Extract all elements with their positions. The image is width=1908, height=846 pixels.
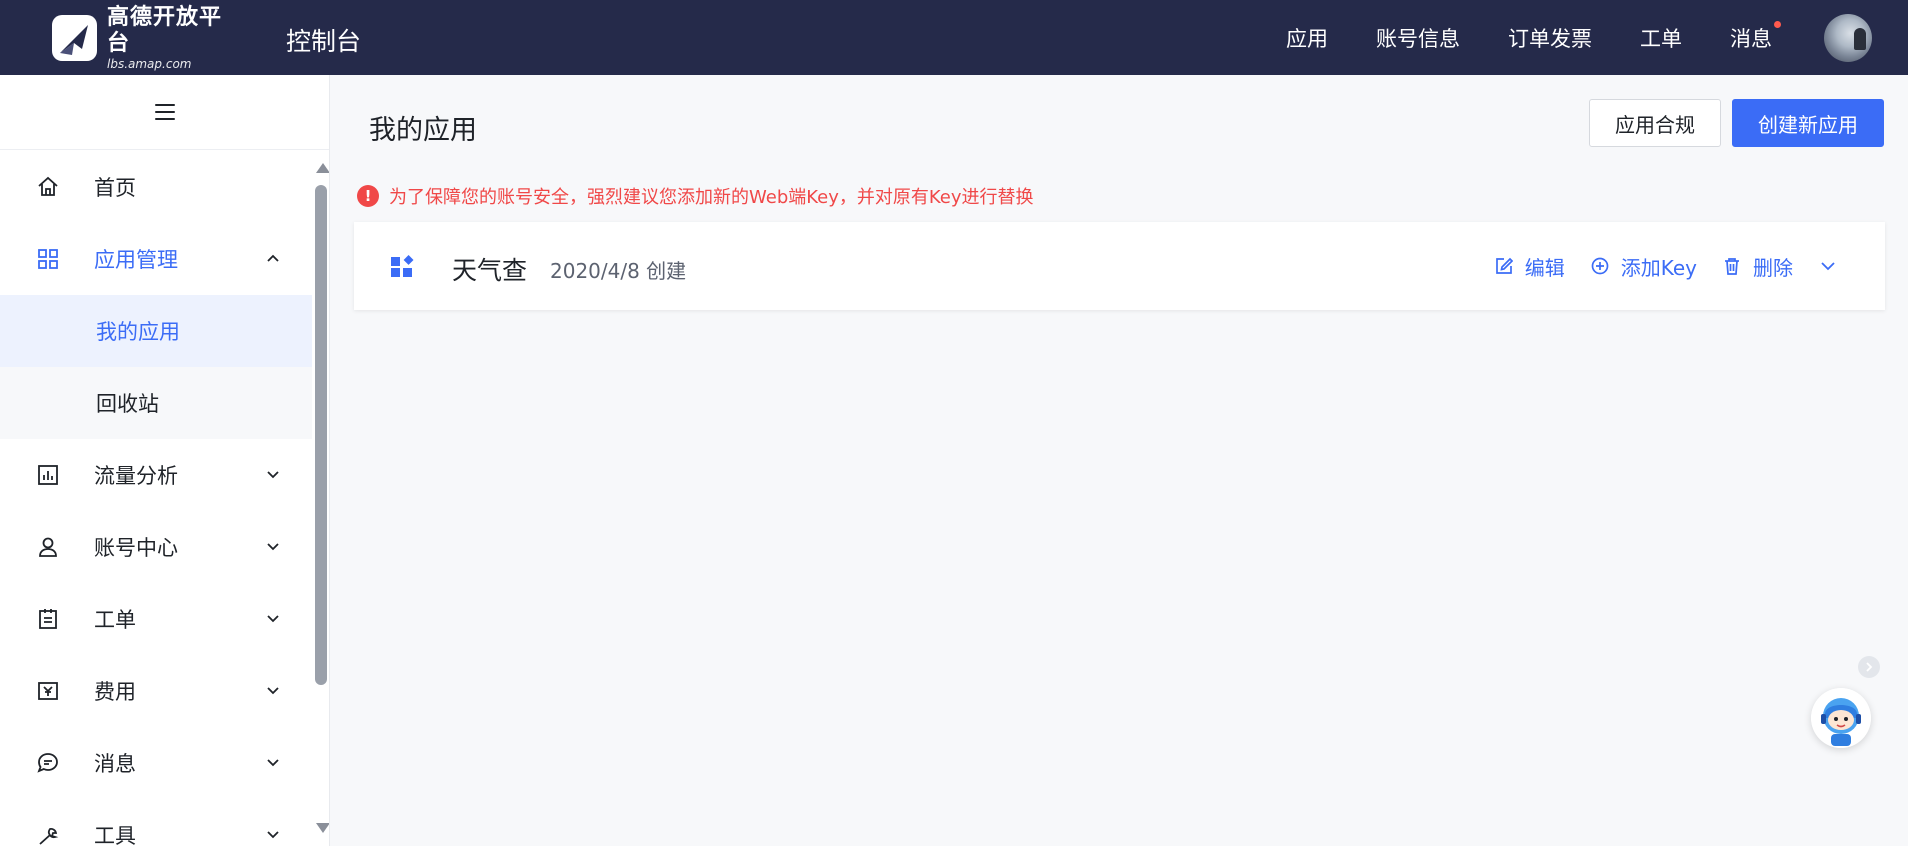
warning-icon: ! (357, 185, 379, 207)
sidebar-item-messages[interactable]: 消息 (0, 727, 312, 799)
user-avatar[interactable] (1824, 13, 1872, 62)
app-created-date: 2020/4/8 创建 (550, 259, 687, 283)
sidebar-item-my-apps[interactable]: 我的应用 (0, 295, 312, 367)
message-icon (37, 753, 58, 773)
logo-title: 高德开放平台 (107, 5, 223, 56)
sidebar-item-label: 应用管理 (94, 248, 178, 272)
scroll-up-arrow-icon[interactable] (316, 163, 329, 173)
edit-icon (1495, 257, 1513, 274)
delete-button[interactable]: 删除 (1723, 252, 1793, 281)
scroll-thumb[interactable] (315, 185, 327, 685)
wrench-icon (39, 828, 59, 845)
sidebar-item-label: 工具 (94, 824, 136, 846)
scroll-down-arrow-icon[interactable] (316, 823, 329, 833)
add-key-label: 添加Key (1620, 255, 1697, 280)
trash-icon (1725, 258, 1739, 275)
nav-messages-label: 消息 (1730, 26, 1772, 51)
plus-circle-icon (1591, 257, 1609, 275)
sidebar-item-traffic-analysis[interactable]: 流量分析 (0, 439, 312, 511)
sidebar-item-label: 工单 (94, 608, 136, 632)
chevron-down-icon[interactable] (266, 467, 280, 481)
console-title: 控制台 (286, 27, 362, 56)
warning-text: 为了保障您的账号安全，强烈建议您添加新的Web端Key，并对原有Key进行替换 (389, 187, 1034, 208)
sidebar-item-label: 首页 (94, 176, 136, 200)
chevron-down-icon[interactable] (266, 755, 280, 769)
app-widget-icon (391, 255, 414, 277)
sidebar-item-tickets[interactable]: 工单 (0, 583, 312, 655)
nav-apps[interactable]: 应用 (1286, 23, 1328, 53)
chevron-down-icon[interactable] (1819, 257, 1837, 275)
delete-label: 删除 (1753, 255, 1793, 280)
nav-orders-invoices[interactable]: 订单发票 (1508, 23, 1592, 53)
app-compliance-button[interactable]: 应用合规 (1589, 99, 1721, 147)
sidebar-item-label: 账号中心 (94, 536, 178, 560)
sidebar-item-app-management[interactable]: 应用管理 (0, 223, 312, 295)
sidebar-toggle-bar (0, 75, 329, 150)
amap-logo-icon (52, 15, 97, 61)
main-content: 我的应用 应用合规 创建新应用 ! 为了保障您的账号安全，强烈建议您添加新的We… (331, 75, 1908, 846)
chevron-down-icon[interactable] (266, 611, 280, 625)
edit-label: 编辑 (1524, 255, 1565, 280)
chevron-down-icon[interactable] (266, 683, 280, 697)
security-warning: ! 为了保障您的账号安全，强烈建议您添加新的Web端Key，并对原有Key进行替… (357, 183, 1034, 209)
sidebar-item-billing[interactable]: 费用 (0, 655, 312, 727)
unread-dot (1774, 20, 1781, 28)
home-icon (38, 176, 58, 196)
sidebar-item-account-center[interactable]: 账号中心 (0, 511, 312, 583)
chevron-down-icon[interactable] (266, 539, 280, 553)
user-icon (39, 537, 57, 557)
submenu-app-management: 我的应用 回收站 (0, 295, 312, 439)
sidebar-scrollbar[interactable] (312, 151, 329, 846)
add-key-button[interactable]: 添加Key (1591, 252, 1697, 281)
chevron-down-icon[interactable] (266, 827, 280, 841)
grid-icon (38, 249, 58, 269)
nav-account-info[interactable]: 账号信息 (1376, 23, 1460, 53)
sidebar-item-tools[interactable]: 工具 (0, 799, 312, 846)
app-name: 天气查 (452, 256, 528, 285)
sidebar-item-label: 费用 (94, 680, 136, 704)
amap-logo[interactable]: 高德开放平台 lbs.amap.com (52, 5, 242, 71)
app-card: 天气查 2020/4/8 创建 编辑 添加Key 删除 (354, 222, 1885, 310)
hamburger-menu-icon[interactable] (154, 104, 175, 120)
customer-service-avatar-icon[interactable] (1811, 688, 1871, 748)
sidebar-menu: 首页 应用管理 我的应用 回收站 流量分析 账号中心 工单 费用 消息 工具 (0, 151, 312, 846)
collapse-arrow-icon[interactable] (1858, 656, 1880, 678)
edit-button[interactable]: 编辑 (1495, 252, 1565, 281)
top-nav: 应用 账号信息 订单发票 工单 消息 (1286, 0, 1908, 75)
chart-icon (38, 465, 58, 485)
page-title: 我的应用 (369, 115, 477, 146)
top-bar: 高德开放平台 lbs.amap.com 控制台 应用 账号信息 订单发票 工单 … (0, 0, 1908, 75)
chevron-up-icon[interactable] (266, 251, 280, 265)
sidebar-item-home[interactable]: 首页 (0, 151, 312, 223)
nav-messages[interactable]: 消息 (1730, 20, 1781, 53)
sidebar: 首页 应用管理 我的应用 回收站 流量分析 账号中心 工单 费用 消息 工具 (0, 75, 330, 846)
app-actions: 编辑 添加Key 删除 (1469, 222, 1837, 310)
sidebar-item-recycle-bin[interactable]: 回收站 (0, 367, 312, 439)
nav-tickets[interactable]: 工单 (1640, 23, 1682, 53)
sidebar-item-label: 流量分析 (94, 464, 178, 488)
yuan-icon (38, 682, 58, 700)
ticket-icon (39, 609, 57, 629)
create-app-button[interactable]: 创建新应用 (1732, 99, 1884, 147)
sidebar-item-label: 消息 (94, 752, 136, 776)
logo-subtitle: lbs.amap.com (107, 57, 192, 71)
